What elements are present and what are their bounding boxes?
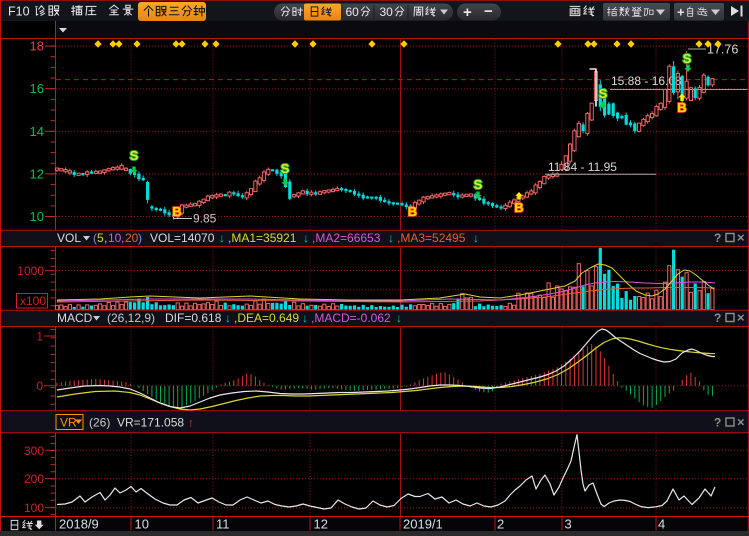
svg-text:2: 2	[497, 517, 504, 532]
svg-text:14: 14	[30, 124, 44, 139]
svg-text:16: 16	[30, 81, 44, 96]
svg-text:200: 200	[24, 472, 44, 486]
svg-text:B: B	[408, 204, 417, 219]
svg-text:1000: 1000	[17, 264, 44, 278]
svg-text:+: +	[463, 4, 472, 21]
svg-text:,MA3=52495: ,MA3=52495	[397, 231, 466, 245]
svg-text:×: ×	[737, 310, 745, 325]
svg-text:300: 300	[24, 444, 44, 458]
svg-text:x100: x100	[20, 294, 46, 308]
svg-text:S: S	[683, 51, 692, 66]
svg-text:↓: ↓	[225, 311, 231, 325]
svg-text:↓: ↓	[219, 231, 225, 245]
svg-text:,: ,	[121, 231, 124, 245]
svg-text:3: 3	[565, 517, 572, 532]
svg-text:?: ?	[714, 416, 721, 430]
svg-text:B: B	[172, 204, 181, 219]
svg-text:S: S	[281, 161, 290, 176]
svg-text:(26): (26)	[89, 416, 110, 430]
svg-text:↓: ↓	[303, 231, 309, 245]
svg-text:S: S	[599, 86, 608, 101]
svg-text:): )	[138, 231, 142, 245]
svg-text:10: 10	[30, 209, 44, 224]
svg-text:9.85: 9.85	[193, 212, 217, 226]
svg-text:↓: ↓	[396, 311, 402, 325]
svg-text:F10: F10	[8, 5, 30, 19]
svg-text:100: 100	[24, 501, 44, 515]
svg-text:×: ×	[737, 230, 745, 245]
svg-text:11: 11	[216, 517, 230, 532]
svg-text:MACD: MACD	[57, 311, 93, 325]
svg-text:×: ×	[737, 415, 745, 430]
svg-text:(26,12,9): (26,12,9)	[107, 311, 155, 325]
svg-text:12: 12	[30, 166, 44, 181]
svg-text:,DEA=0.649: ,DEA=0.649	[234, 311, 299, 325]
svg-text:B: B	[514, 200, 523, 215]
svg-text:?: ?	[714, 231, 721, 245]
svg-text:18: 18	[30, 39, 44, 54]
svg-text:1: 1	[36, 330, 43, 344]
svg-text:↓: ↓	[473, 231, 479, 245]
svg-text:10: 10	[135, 517, 149, 532]
svg-text:11.84 - 11.95: 11.84 - 11.95	[548, 160, 617, 174]
svg-text:?: ?	[714, 311, 721, 325]
svg-text:DIF=0.618: DIF=0.618	[165, 311, 222, 325]
svg-text:S: S	[130, 148, 139, 163]
svg-text:VOL=14070: VOL=14070	[150, 231, 215, 245]
svg-text:17.76: 17.76	[707, 43, 738, 57]
svg-text:12: 12	[314, 517, 328, 532]
svg-text:↑: ↑	[188, 416, 194, 430]
svg-text:20: 20	[125, 231, 139, 245]
svg-text:5: 5	[97, 231, 104, 245]
svg-text:4: 4	[658, 517, 665, 532]
svg-text:VR: VR	[60, 416, 77, 430]
svg-text:30: 30	[380, 5, 394, 19]
svg-text:S: S	[474, 177, 483, 192]
svg-text:−: −	[484, 3, 493, 20]
svg-text:10: 10	[108, 231, 122, 245]
svg-text:B: B	[677, 100, 686, 115]
svg-text:VR=171.058: VR=171.058	[117, 416, 184, 430]
svg-text:VOL: VOL	[57, 231, 81, 245]
svg-text:↓: ↓	[388, 231, 394, 245]
svg-text:+: +	[677, 5, 685, 20]
svg-text:0: 0	[36, 379, 43, 393]
svg-text:2018/9: 2018/9	[59, 517, 99, 532]
svg-text:↓: ↓	[302, 311, 308, 325]
svg-text:,: ,	[104, 231, 107, 245]
svg-text:,MA2=66653: ,MA2=66653	[312, 231, 381, 245]
svg-text:,MACD=-0.062: ,MACD=-0.062	[311, 311, 391, 325]
svg-text:,MA1=35921: ,MA1=35921	[228, 231, 297, 245]
svg-text:2019/1: 2019/1	[403, 517, 443, 532]
svg-text:60: 60	[346, 5, 360, 19]
